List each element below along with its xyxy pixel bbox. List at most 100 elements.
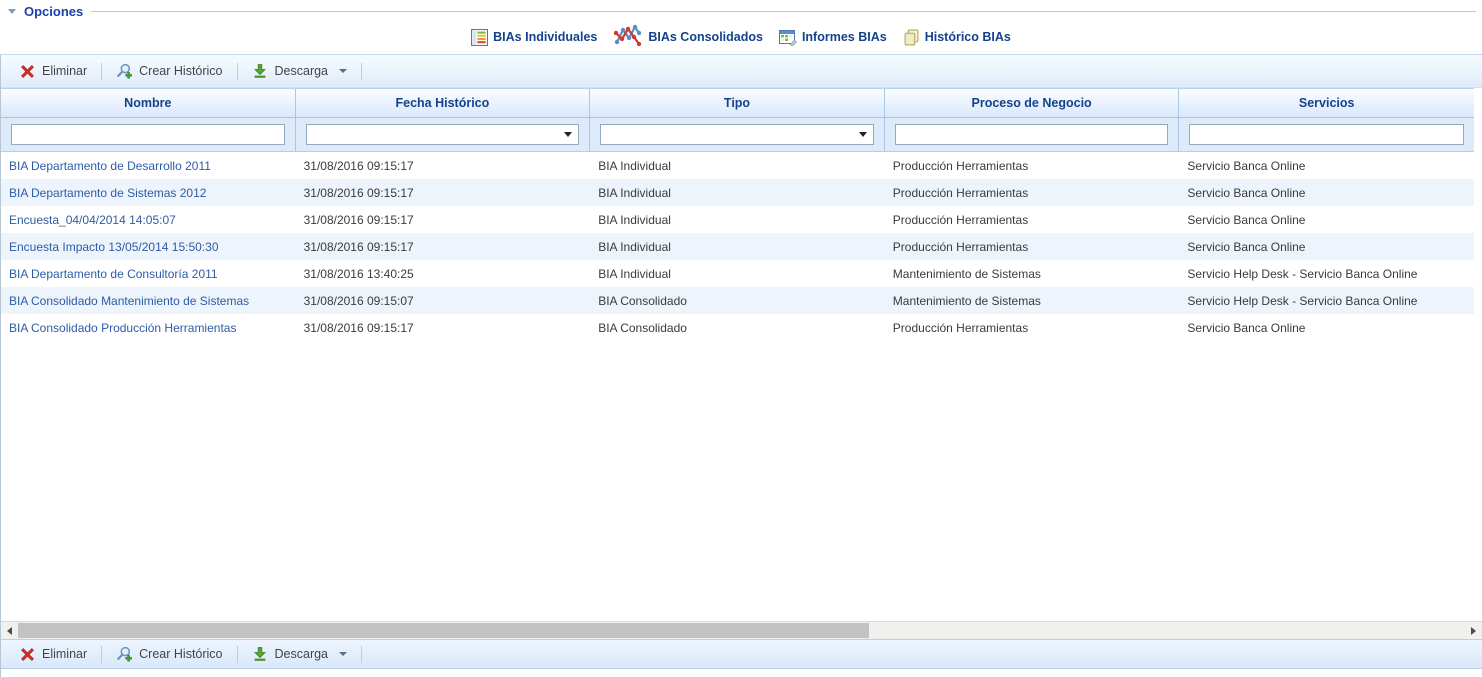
nav-historico-bias[interactable]: Histórico BIAs bbox=[903, 29, 1011, 46]
scroll-left-button[interactable] bbox=[1, 622, 18, 639]
create-historic-icon bbox=[116, 63, 132, 79]
row-name-link[interactable]: Encuesta_04/04/2014 14:05:07 bbox=[1, 206, 296, 233]
app-window: Opciones BIAs Individuales bbox=[0, 0, 1482, 677]
eliminar-label: Eliminar bbox=[42, 647, 87, 661]
tipo-filter-select[interactable] bbox=[600, 124, 874, 145]
nav-label: BIAs Individuales bbox=[493, 30, 597, 44]
table-row[interactable]: BIA Departamento de Consultoría 201131/0… bbox=[1, 260, 1474, 287]
collapse-arrow-icon[interactable] bbox=[8, 9, 16, 14]
table-cell: Mantenimiento de Sistemas bbox=[885, 260, 1180, 287]
descarga-button-bottom[interactable]: Descarga bbox=[243, 643, 357, 665]
delete-icon bbox=[20, 647, 35, 662]
nombre-filter-input[interactable] bbox=[11, 124, 285, 145]
column-header-tipo[interactable]: Tipo bbox=[590, 89, 885, 117]
table-cell: BIA Individual bbox=[590, 152, 885, 179]
filter-cell bbox=[885, 118, 1180, 151]
column-header-nombre[interactable]: Nombre bbox=[1, 89, 296, 117]
views-nav: BIAs Individuales BIAs Consolidados bbox=[0, 20, 1482, 55]
informes-bias-icon bbox=[779, 29, 797, 46]
table-row[interactable]: BIA Departamento de Desarrollo 201131/08… bbox=[1, 152, 1474, 179]
toolbar-separator bbox=[237, 646, 238, 663]
grid-filter-row bbox=[1, 118, 1474, 152]
table-row[interactable]: Encuesta_04/04/2014 14:05:0731/08/2016 0… bbox=[1, 206, 1474, 233]
scrollbar-thumb[interactable] bbox=[18, 623, 869, 638]
table-cell: Producción Herramientas bbox=[885, 233, 1180, 260]
historico-bias-icon bbox=[903, 29, 920, 46]
scroll-right-arrow-icon bbox=[1471, 627, 1476, 635]
download-icon bbox=[252, 646, 268, 662]
table-cell: Producción Herramientas bbox=[885, 152, 1180, 179]
table-cell: Servicio Banca Online bbox=[1179, 179, 1474, 206]
delete-icon bbox=[20, 64, 35, 79]
table-cell: BIA Individual bbox=[590, 233, 885, 260]
table-cell: 31/08/2016 09:15:17 bbox=[296, 152, 591, 179]
eliminar-button[interactable]: Eliminar bbox=[11, 61, 96, 82]
horizontal-scrollbar[interactable] bbox=[1, 621, 1482, 639]
crear-historico-button-bottom[interactable]: Crear Histórico bbox=[107, 643, 231, 665]
options-divider-line bbox=[91, 11, 1476, 12]
row-name-link[interactable]: BIA Departamento de Desarrollo 2011 bbox=[1, 152, 296, 179]
toolbar-separator bbox=[361, 646, 362, 663]
toolbar-separator bbox=[101, 646, 102, 663]
nav-label: BIAs Consolidados bbox=[648, 30, 763, 44]
nav-bias-individuales[interactable]: BIAs Individuales bbox=[471, 29, 597, 46]
bias-individuales-icon bbox=[471, 29, 488, 46]
options-panel-title: Opciones bbox=[24, 4, 83, 19]
row-name-link[interactable]: BIA Consolidado Mantenimiento de Sistema… bbox=[1, 287, 296, 314]
row-name-link[interactable]: Encuesta Impacto 13/05/2014 15:50:30 bbox=[1, 233, 296, 260]
table-cell: 31/08/2016 09:15:07 bbox=[296, 287, 591, 314]
servicios-filter-input[interactable] bbox=[1189, 124, 1464, 145]
table-cell: Producción Herramientas bbox=[885, 314, 1180, 341]
descarga-menu-caret-icon bbox=[339, 652, 347, 656]
toolbar-separator bbox=[101, 63, 102, 80]
grid: Nombre Fecha Histórico Tipo Proceso de N… bbox=[1, 88, 1474, 341]
select-caret-icon bbox=[564, 132, 572, 137]
fecha-historico-filter-select[interactable] bbox=[306, 124, 580, 145]
table-cell: BIA Consolidado bbox=[590, 314, 885, 341]
crear-historico-button[interactable]: Crear Histórico bbox=[107, 60, 231, 82]
row-name-link[interactable]: BIA Departamento de Consultoría 2011 bbox=[1, 260, 296, 287]
nav-bias-consolidados[interactable]: BIAs Consolidados bbox=[613, 24, 763, 50]
row-name-link[interactable]: BIA Consolidado Producción Herramientas bbox=[1, 314, 296, 341]
column-header-fecha-historico[interactable]: Fecha Histórico bbox=[296, 89, 591, 117]
select-caret-icon bbox=[859, 132, 867, 137]
filter-cell bbox=[296, 118, 591, 151]
table-cell: BIA Individual bbox=[590, 206, 885, 233]
table-cell: Servicio Banca Online bbox=[1179, 314, 1474, 341]
nav-label: Informes BIAs bbox=[802, 30, 887, 44]
scroll-right-button[interactable] bbox=[1465, 622, 1482, 639]
table-cell: 31/08/2016 09:15:17 bbox=[296, 233, 591, 260]
table-cell: Servicio Banca Online bbox=[1179, 206, 1474, 233]
table-row[interactable]: Encuesta Impacto 13/05/2014 15:50:3031/0… bbox=[1, 233, 1474, 260]
table-cell: Mantenimiento de Sistemas bbox=[885, 287, 1180, 314]
descarga-label: Descarga bbox=[275, 647, 329, 661]
proceso-de-negocio-filter-input[interactable] bbox=[895, 124, 1169, 145]
options-bar: Opciones bbox=[0, 0, 1482, 20]
table-cell: 31/08/2016 09:15:17 bbox=[296, 314, 591, 341]
download-icon bbox=[252, 63, 268, 79]
table-cell: Producción Herramientas bbox=[885, 179, 1180, 206]
eliminar-button-bottom[interactable]: Eliminar bbox=[11, 644, 96, 665]
grid-panel: Eliminar Crear Histórico bbox=[0, 55, 1482, 677]
table-cell: 31/08/2016 09:15:17 bbox=[296, 206, 591, 233]
filter-cell bbox=[1, 118, 296, 151]
table-cell: BIA Individual bbox=[590, 260, 885, 287]
descarga-button[interactable]: Descarga bbox=[243, 60, 357, 82]
bias-consolidados-icon bbox=[613, 24, 643, 50]
column-header-proceso-de-negocio[interactable]: Proceso de Negocio bbox=[885, 89, 1180, 117]
create-historic-icon bbox=[116, 646, 132, 662]
table-row[interactable]: BIA Consolidado Mantenimiento de Sistema… bbox=[1, 287, 1474, 314]
filter-cell bbox=[590, 118, 885, 151]
column-header-servicios[interactable]: Servicios bbox=[1179, 89, 1474, 117]
table-cell: Servicio Banca Online bbox=[1179, 152, 1474, 179]
crear-historico-label: Crear Histórico bbox=[139, 647, 222, 661]
nav-informes-bias[interactable]: Informes BIAs bbox=[779, 29, 887, 46]
table-cell: Servicio Help Desk - Servicio Banca Onli… bbox=[1179, 287, 1474, 314]
row-name-link[interactable]: BIA Departamento de Sistemas 2012 bbox=[1, 179, 296, 206]
table-row[interactable]: BIA Departamento de Sistemas 201231/08/2… bbox=[1, 179, 1474, 206]
table-cell: Servicio Help Desk - Servicio Banca Onli… bbox=[1179, 260, 1474, 287]
bottom-toolbar: Eliminar Crear Histórico bbox=[1, 639, 1482, 669]
crear-historico-label: Crear Histórico bbox=[139, 64, 222, 78]
table-row[interactable]: BIA Consolidado Producción Herramientas3… bbox=[1, 314, 1474, 341]
grid-header-row: Nombre Fecha Histórico Tipo Proceso de N… bbox=[1, 88, 1474, 118]
